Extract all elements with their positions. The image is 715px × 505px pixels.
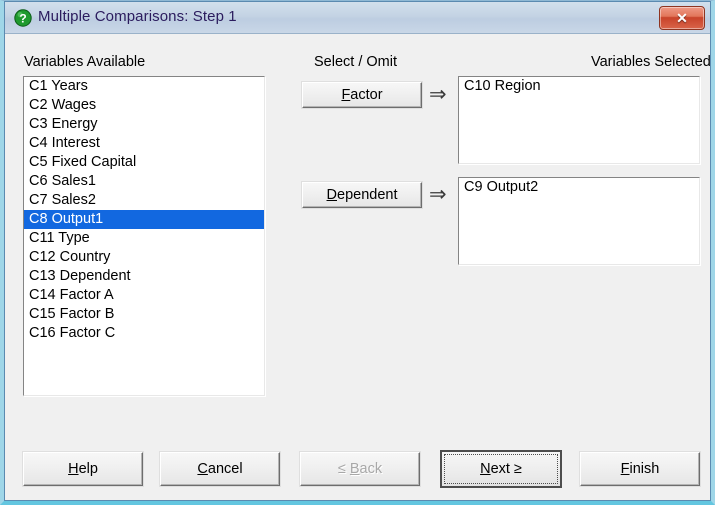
- next-button[interactable]: Next ≥: [440, 450, 562, 488]
- close-icon: ✕: [676, 10, 688, 26]
- variables-available-label: Variables Available: [24, 54, 146, 70]
- dependent-button-label: Dependent: [326, 187, 398, 203]
- factor-variable-item[interactable]: C10 Region: [459, 77, 699, 96]
- variable-item[interactable]: C4 Interest: [24, 134, 264, 153]
- dialog-client-area: Variables Available Select / Omit Variab…: [5, 34, 711, 500]
- next-button-label: Next ≥: [480, 461, 522, 477]
- variable-item[interactable]: C12 Country: [24, 248, 264, 267]
- variable-item[interactable]: C6 Sales1: [24, 172, 264, 191]
- factor-button-label: Factor: [341, 87, 383, 103]
- back-button: ≤ Back: [300, 452, 420, 486]
- back-button-label: ≤ Back: [337, 461, 383, 477]
- factor-selected-items: C10 Region: [459, 77, 699, 96]
- finish-button[interactable]: Finish: [580, 452, 700, 486]
- titlebar[interactable]: ? Multiple Comparisons: Step 1 ✕: [5, 2, 710, 34]
- select-omit-label: Select / Omit: [314, 54, 397, 70]
- factor-button[interactable]: Factor: [302, 82, 422, 108]
- dialog-window-inner: ? Multiple Comparisons: Step 1 ✕ Variabl…: [4, 1, 711, 501]
- variable-item[interactable]: C5 Fixed Capital: [24, 153, 264, 172]
- cancel-button[interactable]: Cancel: [160, 452, 280, 486]
- close-button[interactable]: ✕: [659, 6, 705, 30]
- variable-item[interactable]: C11 Type: [24, 229, 264, 248]
- factor-arrow-icon: ⇒: [429, 83, 447, 106]
- finish-button-label: Finish: [620, 461, 660, 477]
- window-title: Multiple Comparisons: Step 1: [38, 8, 237, 25]
- dependent-arrow-icon: ⇒: [429, 183, 447, 206]
- variable-item[interactable]: C7 Sales2: [24, 191, 264, 210]
- factor-selected-listbox[interactable]: C10 Region: [458, 76, 700, 164]
- green-question-help-icon: ?: [14, 9, 32, 27]
- variable-item[interactable]: C16 Factor C: [24, 324, 264, 343]
- variable-item[interactable]: C14 Factor A: [24, 286, 264, 305]
- svg-text:?: ?: [19, 11, 26, 25]
- cancel-button-label: Cancel: [197, 461, 243, 477]
- variables-available-items: C1 Years C2 Wages C3 Energy C4 Interest C5 F…: [24, 77, 264, 343]
- variable-item[interactable]: C15 Factor B: [24, 305, 264, 324]
- help-button-label: Help: [68, 461, 98, 477]
- variable-item[interactable]: C3 Energy: [24, 115, 264, 134]
- variable-item[interactable]: C8 Output1: [24, 210, 264, 229]
- variable-item[interactable]: C2 Wages: [24, 96, 264, 115]
- dependent-variable-item[interactable]: C9 Output2: [459, 178, 699, 197]
- help-button[interactable]: Help: [23, 452, 143, 486]
- variables-available-listbox[interactable]: C1 Years C2 Wages C3 Energy C4 Interest C5 F…: [23, 76, 265, 396]
- dependent-selected-items: C9 Output2: [459, 178, 699, 197]
- dialog-window: ? Multiple Comparisons: Step 1 ✕ Variabl…: [0, 0, 715, 505]
- dependent-button[interactable]: Dependent: [302, 182, 422, 208]
- variable-item[interactable]: C13 Dependent: [24, 267, 264, 286]
- variables-selected-label: Variables Selected: [591, 54, 711, 70]
- variable-item[interactable]: C1 Years: [24, 77, 264, 96]
- dependent-selected-listbox[interactable]: C9 Output2: [458, 177, 700, 265]
